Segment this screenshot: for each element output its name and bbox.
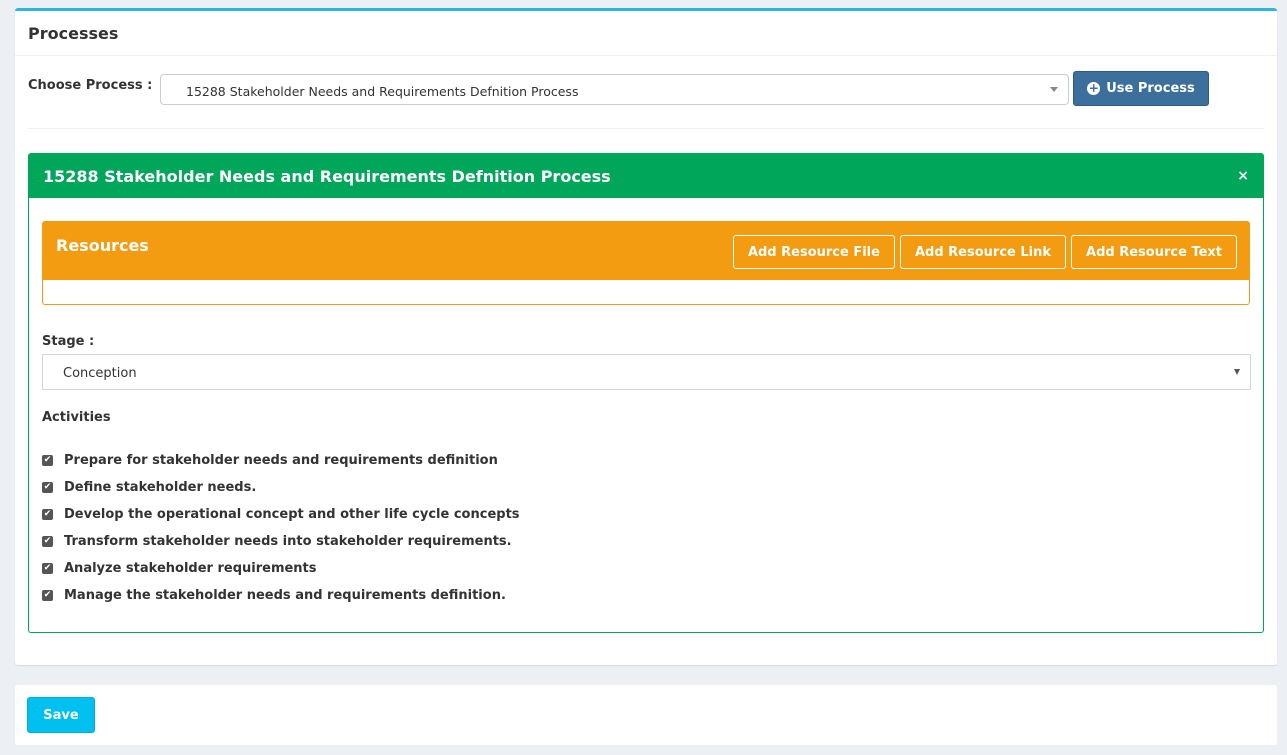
activity-item: ✔ Prepare for stakeholder needs and requ… bbox=[42, 447, 520, 474]
process-panel-title: 15288 Stakeholder Needs and Requirements… bbox=[43, 166, 611, 186]
add-resource-file-button[interactable]: Add Resource File bbox=[732, 235, 895, 269]
divider bbox=[28, 128, 1264, 129]
processes-box: Processes Choose Process : 15288 Stakeho… bbox=[15, 8, 1277, 665]
resources-buttons: Add Resource File Add Resource Link Add … bbox=[732, 235, 1237, 269]
activity-label: Prepare for stakeholder needs and requir… bbox=[64, 453, 498, 468]
checked-checkbox-icon[interactable]: ✔ bbox=[42, 455, 53, 466]
activity-label: Define stakeholder needs. bbox=[64, 480, 257, 495]
checked-checkbox-icon[interactable]: ✔ bbox=[42, 509, 53, 520]
use-process-label: Use Process bbox=[1106, 81, 1195, 96]
stage-select[interactable]: Conception bbox=[42, 354, 1251, 390]
activities-list: ✔ Prepare for stakeholder needs and requ… bbox=[42, 447, 520, 609]
plus-circle-icon: + bbox=[1087, 81, 1101, 95]
choose-process-row: Choose Process : 15288 Stakeholder Needs… bbox=[28, 68, 1277, 108]
chevron-down-icon bbox=[1050, 87, 1058, 92]
processes-header: Processes bbox=[15, 11, 1277, 56]
stage-select-value: Conception bbox=[63, 366, 137, 381]
add-resource-link-button[interactable]: Add Resource Link bbox=[899, 235, 1067, 269]
process-select[interactable]: 15288 Stakeholder Needs and Requirements… bbox=[160, 74, 1069, 105]
stage-label: Stage : bbox=[42, 334, 95, 349]
choose-process-label: Choose Process : bbox=[28, 78, 153, 93]
caret-down-icon bbox=[1234, 369, 1240, 375]
use-process-button[interactable]: + Use Process bbox=[1073, 71, 1209, 106]
checked-checkbox-icon[interactable]: ✔ bbox=[42, 482, 53, 493]
activity-label: Develop the operational concept and othe… bbox=[64, 507, 520, 522]
process-panel-header: 15288 Stakeholder Needs and Requirements… bbox=[29, 154, 1263, 198]
add-resource-text-button[interactable]: Add Resource Text bbox=[1071, 235, 1237, 269]
activity-label: Transform stakeholder needs into stakeho… bbox=[64, 534, 512, 549]
footer-box: Save bbox=[15, 685, 1277, 745]
activities-label: Activities bbox=[42, 410, 111, 425]
activity-item: ✔ Analyze stakeholder requirements bbox=[42, 555, 520, 582]
activity-label: Analyze stakeholder requirements bbox=[64, 561, 317, 576]
resources-title: Resources bbox=[56, 236, 149, 255]
process-select-value: 15288 Stakeholder Needs and Requirements… bbox=[186, 84, 579, 99]
resources-panel: Resources Add Resource File Add Resource… bbox=[42, 221, 1250, 305]
checked-checkbox-icon[interactable]: ✔ bbox=[42, 563, 53, 574]
activity-item: ✔ Develop the operational concept and ot… bbox=[42, 501, 520, 528]
activity-item: ✔ Define stakeholder needs. bbox=[42, 474, 520, 501]
checked-checkbox-icon[interactable]: ✔ bbox=[42, 590, 53, 601]
process-panel: 15288 Stakeholder Needs and Requirements… bbox=[28, 153, 1264, 633]
activity-label: Manage the stakeholder needs and require… bbox=[64, 588, 506, 603]
activity-item: ✔ Manage the stakeholder needs and requi… bbox=[42, 582, 520, 609]
activity-item: ✔ Transform stakeholder needs into stake… bbox=[42, 528, 520, 555]
checked-checkbox-icon[interactable]: ✔ bbox=[42, 536, 53, 547]
save-button[interactable]: Save bbox=[27, 697, 95, 733]
processes-title: Processes bbox=[28, 23, 119, 43]
resources-header: Resources Add Resource File Add Resource… bbox=[43, 222, 1249, 280]
close-icon[interactable]: × bbox=[1237, 168, 1249, 184]
